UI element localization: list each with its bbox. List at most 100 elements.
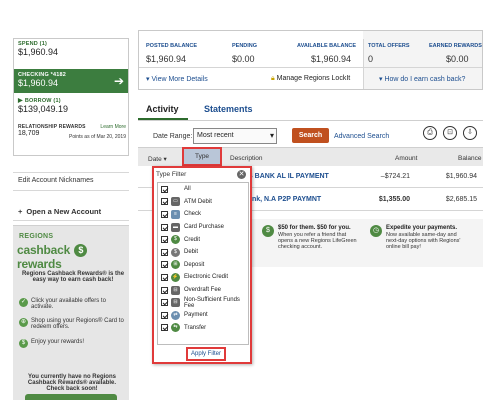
row-description[interactable]: Bank, N.A P2P PAYMNT xyxy=(243,196,321,203)
cashback-question-link[interactable]: ▾ How do I earn cash back? xyxy=(379,75,465,83)
type-filter-popup: Type Filter ✕ All ▭ ATM Debit ≡ Check ▬ Car… xyxy=(152,166,252,364)
electronic-credit-icon: ⚡ xyxy=(171,272,180,282)
apply-filter-button[interactable]: Apply Filter xyxy=(186,347,226,361)
filter-option-label: Credit xyxy=(184,236,201,243)
account-sidebar: SPEND (1) $1,960.94 CHECKING *4182 $1,96… xyxy=(0,30,133,400)
filter-option-payment[interactable]: ⇄ Payment xyxy=(161,309,248,322)
date-column-header[interactable]: Date ▾ xyxy=(148,155,167,163)
credit-icon: $ xyxy=(171,235,180,245)
filter-option-label: Overdraft Fee xyxy=(184,287,222,294)
checkbox[interactable] xyxy=(161,223,168,231)
checkbox[interactable] xyxy=(161,198,168,206)
cashback-question-label: How do I earn cash back? xyxy=(384,76,466,83)
download-icon[interactable]: ⇩ xyxy=(463,126,477,140)
logo-right: rewards xyxy=(17,257,62,272)
cashback-description: Regions Cashback Rewards® is the easy wa… xyxy=(21,271,125,283)
cashback-logo: cashback $ rewards xyxy=(17,243,129,271)
filter-option-electronic-credit[interactable]: ⚡ Electronic Credit xyxy=(161,271,248,284)
filter-option-all[interactable]: All xyxy=(161,183,248,196)
row-description[interactable]: NS BANK AL IL PAYMENT xyxy=(243,173,329,180)
tab-activity[interactable]: Activity xyxy=(146,104,179,114)
deposit-icon: ⊞ xyxy=(171,260,180,270)
filter-option-label: Payment xyxy=(184,312,208,319)
pending-value: $0.00 xyxy=(232,54,255,64)
view-more-link[interactable]: ▾ View More Details xyxy=(146,75,208,83)
filter-option-label: ATM Debit xyxy=(184,198,212,205)
filter-option-label: Deposit xyxy=(184,261,205,268)
available-balance-label: AVAILABLE BALANCE xyxy=(297,43,357,49)
lockit-link[interactable]: 🔒︎ Manage Regions LockIt xyxy=(271,75,350,83)
checkbox[interactable] xyxy=(161,236,168,244)
checkbox[interactable] xyxy=(161,273,168,281)
amount-column-header: Amount xyxy=(395,155,418,162)
available-balance-value: $1,960.94 xyxy=(311,54,352,64)
search-button[interactable]: Search xyxy=(292,128,329,143)
filter-option-transfer[interactable]: ⇆ Transfer xyxy=(161,322,248,335)
edit-nicknames-link[interactable]: Edit Account Nicknames xyxy=(18,177,93,184)
promo-banner: $ $50 for them. $50 for you. When you re… xyxy=(250,219,483,267)
filter-option-label: Non-Sufficient Funds Fee xyxy=(184,296,240,309)
divider xyxy=(139,67,482,68)
divider xyxy=(13,190,129,191)
balance-column-header: Balance xyxy=(458,155,482,162)
earned-rewards-label: EARNED REWARDS xyxy=(429,43,482,49)
date-range-select[interactable]: Most recent ▾ xyxy=(193,128,277,144)
filter-option-debit[interactable]: $ Debit xyxy=(161,246,248,259)
cashback-brand: REGIONS xyxy=(19,233,54,240)
accounts-panel: SPEND (1) $1,960.94 CHECKING *4182 $1,96… xyxy=(13,38,129,156)
posted-balance-value: $1,960.94 xyxy=(146,54,187,64)
referral-promo[interactable]: $ $50 for them. $50 for you. When you re… xyxy=(262,225,362,250)
type-filter-title: Type Filter xyxy=(156,171,187,178)
pending-label: PENDING xyxy=(232,43,258,49)
checkbox[interactable] xyxy=(161,248,168,256)
print-icon[interactable]: ⎙ xyxy=(423,126,437,140)
filter-option-overdraft-fee[interactable]: ⊟ Overdraft Fee xyxy=(161,284,248,297)
filter-option-card-purchase[interactable]: ▬ Card Purchase xyxy=(161,221,248,234)
dollar-icon: $ xyxy=(262,225,274,237)
step-text: Click your available offers to activate. xyxy=(31,298,106,310)
filter-option-check[interactable]: ≡ Check xyxy=(161,208,248,221)
checking-account[interactable]: CHECKING *4182 $1,960.94 ➔ xyxy=(14,69,128,93)
arrow-right-icon: ➔ xyxy=(113,74,124,88)
cashback-button[interactable] xyxy=(25,394,117,400)
active-tab-indicator xyxy=(138,118,188,120)
open-account-link[interactable]: + Open a New Account xyxy=(18,207,101,216)
promo-title: Expedite your payments. xyxy=(386,225,458,231)
chevron-down-icon: ▾ xyxy=(269,131,274,140)
borrow-account[interactable]: ▶ BORROW (1) $139,049.19 xyxy=(18,97,132,114)
checkbox[interactable] xyxy=(161,299,168,307)
type-filter-list: All ▭ ATM Debit ≡ Check ▬ Card Purchase $ Cr… xyxy=(157,182,249,345)
row-amount: –$724.21 xyxy=(380,173,410,180)
tab-statements[interactable]: Statements xyxy=(204,104,253,114)
type-column-header[interactable]: Type xyxy=(182,147,222,166)
description-column-header: Description xyxy=(230,155,263,162)
open-account-label: Open a New Account xyxy=(26,207,102,216)
checkbox[interactable] xyxy=(161,210,168,218)
cashback-step: $ Enjoy your rewards! xyxy=(19,339,125,348)
row-amount: $1,355.00 xyxy=(378,196,410,203)
promo-title: $50 for them. $50 for you. xyxy=(278,225,351,231)
checkbox[interactable] xyxy=(161,324,168,332)
filter-option-atm-debit[interactable]: ▭ ATM Debit xyxy=(161,196,248,209)
total-offers-value: 0 xyxy=(368,54,374,64)
check-icon: ✓ xyxy=(19,298,28,307)
total-offers-label: TOTAL OFFERS xyxy=(368,43,410,49)
billpay-promo[interactable]: ◷ Expedite your payments. Now available … xyxy=(370,225,470,250)
filter-option-nsf-fee[interactable]: ⊟ Non-Sufficient Funds Fee xyxy=(161,296,248,309)
advanced-search-link[interactable]: Advanced Search xyxy=(334,133,389,140)
filter-option-label: Card Purchase xyxy=(184,224,225,231)
posted-balance-label: POSTED BALANCE xyxy=(146,43,198,49)
step-text: Enjoy your rewards! xyxy=(31,339,85,345)
checkbox[interactable] xyxy=(161,185,168,193)
fee-icon: ⊟ xyxy=(171,285,180,295)
learn-more-link[interactable]: Learn More xyxy=(100,124,126,130)
checkbox[interactable] xyxy=(161,286,168,294)
checkbox[interactable] xyxy=(161,261,168,269)
filter-option-deposit[interactable]: ⊞ Deposit xyxy=(161,259,248,272)
filter-option-credit[interactable]: $ Credit xyxy=(161,233,248,246)
clock-icon: ◷ xyxy=(370,225,382,237)
checkbox[interactable] xyxy=(161,311,168,319)
spend-account[interactable]: SPEND (1) $1,960.94 xyxy=(18,41,132,57)
lock-icon[interactable]: ⊡ xyxy=(443,126,457,140)
close-icon[interactable]: ✕ xyxy=(237,170,246,179)
